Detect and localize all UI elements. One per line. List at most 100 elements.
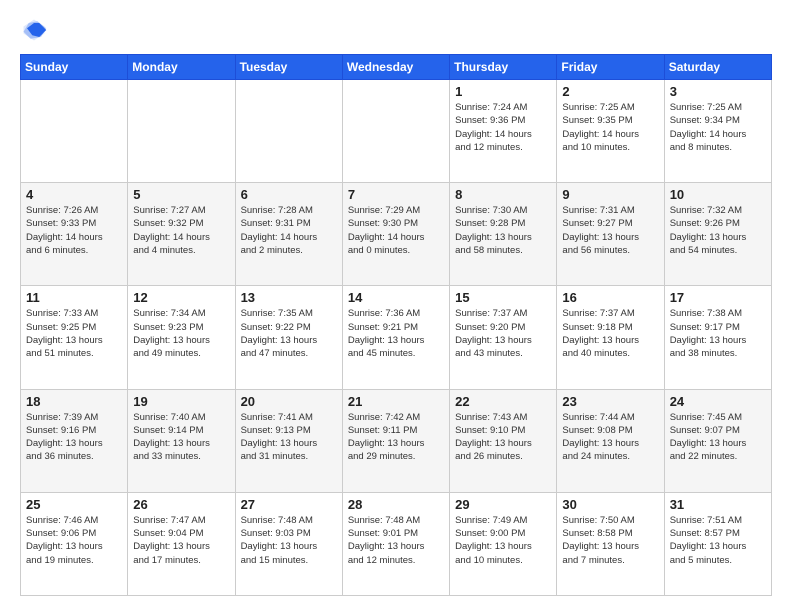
day-number: 20 bbox=[241, 394, 337, 409]
calendar-header-row: SundayMondayTuesdayWednesdayThursdayFrid… bbox=[21, 55, 772, 80]
day-number: 15 bbox=[455, 290, 551, 305]
day-info: Sunrise: 7:27 AMSunset: 9:32 PMDaylight:… bbox=[133, 204, 229, 257]
calendar-week-4: 18Sunrise: 7:39 AMSunset: 9:16 PMDayligh… bbox=[21, 389, 772, 492]
calendar-week-1: 1 Sunrise: 7:24 AMSunset: 9:36 PMDaylight… bbox=[21, 80, 772, 183]
day-number: 28 bbox=[348, 497, 444, 512]
calendar-cell: 31 Sunrise: 7:51 AMSunset: 8:57 PMDayligh… bbox=[664, 492, 771, 595]
day-info: Sunrise: 7:25 AMSunset: 9:34 PMDaylight:… bbox=[670, 101, 766, 154]
day-info: Sunrise: 7:25 AMSunset: 9:35 PMDaylight:… bbox=[562, 101, 658, 154]
day-number: 5 bbox=[133, 187, 229, 202]
calendar-cell: 12 Sunrise: 7:34 AMSunset: 9:23 PMDayligh… bbox=[128, 286, 235, 389]
day-info: Sunrise: 7:31 AMSunset: 9:27 PMDaylight:… bbox=[562, 204, 658, 257]
day-number: 30 bbox=[562, 497, 658, 512]
day-number: 1 bbox=[455, 84, 551, 99]
calendar-cell: 16Sunrise: 7:37 AMSunset: 9:18 PMDayligh… bbox=[557, 286, 664, 389]
logo bbox=[20, 16, 52, 44]
day-number: 17 bbox=[670, 290, 766, 305]
day-number: 12 bbox=[133, 290, 229, 305]
calendar-table: SundayMondayTuesdayWednesdayThursdayFrid… bbox=[20, 54, 772, 596]
header bbox=[20, 16, 772, 44]
day-info: Sunrise: 7:28 AMSunset: 9:31 PMDaylight:… bbox=[241, 204, 337, 257]
calendar-week-2: 4 Sunrise: 7:26 AMSunset: 9:33 PMDaylight… bbox=[21, 183, 772, 286]
day-number: 27 bbox=[241, 497, 337, 512]
day-number: 14 bbox=[348, 290, 444, 305]
day-number: 31 bbox=[670, 497, 766, 512]
day-number: 21 bbox=[348, 394, 444, 409]
calendar-cell: 2Sunrise: 7:25 AMSunset: 9:35 PMDaylight… bbox=[557, 80, 664, 183]
day-number: 8 bbox=[455, 187, 551, 202]
day-number: 9 bbox=[562, 187, 658, 202]
day-info: Sunrise: 7:40 AMSunset: 9:14 PMDaylight:… bbox=[133, 411, 229, 464]
calendar-cell: 28Sunrise: 7:48 AMSunset: 9:01 PMDayligh… bbox=[342, 492, 449, 595]
calendar-cell bbox=[128, 80, 235, 183]
calendar-cell bbox=[235, 80, 342, 183]
day-number: 29 bbox=[455, 497, 551, 512]
calendar-header-monday: Monday bbox=[128, 55, 235, 80]
calendar-cell: 25 Sunrise: 7:46 AMSunset: 9:06 PMDayligh… bbox=[21, 492, 128, 595]
day-info: Sunrise: 7:46 AMSunset: 9:06 PMDaylight:… bbox=[26, 514, 122, 567]
day-number: 4 bbox=[26, 187, 122, 202]
calendar-header-saturday: Saturday bbox=[664, 55, 771, 80]
calendar-week-5: 25 Sunrise: 7:46 AMSunset: 9:06 PMDayligh… bbox=[21, 492, 772, 595]
day-info: Sunrise: 7:48 AMSunset: 9:03 PMDaylight:… bbox=[241, 514, 337, 567]
calendar-cell bbox=[21, 80, 128, 183]
day-info: Sunrise: 7:50 AMSunset: 8:58 PMDaylight:… bbox=[562, 514, 658, 567]
calendar-cell: 9 Sunrise: 7:31 AMSunset: 9:27 PMDaylight… bbox=[557, 183, 664, 286]
day-info: Sunrise: 7:37 AMSunset: 9:20 PMDaylight:… bbox=[455, 307, 551, 360]
day-info: Sunrise: 7:30 AMSunset: 9:28 PMDaylight:… bbox=[455, 204, 551, 257]
day-info: Sunrise: 7:35 AMSunset: 9:22 PMDaylight:… bbox=[241, 307, 337, 360]
calendar-cell: 5 Sunrise: 7:27 AMSunset: 9:32 PMDaylight… bbox=[128, 183, 235, 286]
day-number: 6 bbox=[241, 187, 337, 202]
calendar-cell: 15 Sunrise: 7:37 AMSunset: 9:20 PMDayligh… bbox=[450, 286, 557, 389]
calendar-cell: 20 Sunrise: 7:41 AMSunset: 9:13 PMDayligh… bbox=[235, 389, 342, 492]
day-info: Sunrise: 7:37 AMSunset: 9:18 PMDaylight:… bbox=[562, 307, 658, 360]
day-info: Sunrise: 7:51 AMSunset: 8:57 PMDaylight:… bbox=[670, 514, 766, 567]
day-info: Sunrise: 7:38 AMSunset: 9:17 PMDaylight:… bbox=[670, 307, 766, 360]
calendar-cell: 10 Sunrise: 7:32 AMSunset: 9:26 PMDayligh… bbox=[664, 183, 771, 286]
day-info: Sunrise: 7:43 AMSunset: 9:10 PMDaylight:… bbox=[455, 411, 551, 464]
calendar-header-friday: Friday bbox=[557, 55, 664, 80]
calendar-cell: 8 Sunrise: 7:30 AMSunset: 9:28 PMDaylight… bbox=[450, 183, 557, 286]
calendar-cell: 7Sunrise: 7:29 AMSunset: 9:30 PMDaylight… bbox=[342, 183, 449, 286]
day-number: 24 bbox=[670, 394, 766, 409]
calendar-cell: 3Sunrise: 7:25 AMSunset: 9:34 PMDaylight… bbox=[664, 80, 771, 183]
calendar-cell bbox=[342, 80, 449, 183]
day-number: 26 bbox=[133, 497, 229, 512]
calendar-header-wednesday: Wednesday bbox=[342, 55, 449, 80]
day-number: 10 bbox=[670, 187, 766, 202]
day-info: Sunrise: 7:45 AMSunset: 9:07 PMDaylight:… bbox=[670, 411, 766, 464]
calendar-cell: 19 Sunrise: 7:40 AMSunset: 9:14 PMDayligh… bbox=[128, 389, 235, 492]
day-info: Sunrise: 7:36 AMSunset: 9:21 PMDaylight:… bbox=[348, 307, 444, 360]
calendar-header-thursday: Thursday bbox=[450, 55, 557, 80]
day-info: Sunrise: 7:32 AMSunset: 9:26 PMDaylight:… bbox=[670, 204, 766, 257]
day-number: 25 bbox=[26, 497, 122, 512]
day-info: Sunrise: 7:33 AMSunset: 9:25 PMDaylight:… bbox=[26, 307, 122, 360]
calendar-cell: 29 Sunrise: 7:49 AMSunset: 9:00 PMDayligh… bbox=[450, 492, 557, 595]
calendar-cell: 13Sunrise: 7:35 AMSunset: 9:22 PMDayligh… bbox=[235, 286, 342, 389]
logo-icon bbox=[20, 16, 48, 44]
calendar-cell: 18Sunrise: 7:39 AMSunset: 9:16 PMDayligh… bbox=[21, 389, 128, 492]
calendar-cell: 30 Sunrise: 7:50 AMSunset: 8:58 PMDayligh… bbox=[557, 492, 664, 595]
day-info: Sunrise: 7:26 AMSunset: 9:33 PMDaylight:… bbox=[26, 204, 122, 257]
day-number: 22 bbox=[455, 394, 551, 409]
calendar-cell: 27 Sunrise: 7:48 AMSunset: 9:03 PMDayligh… bbox=[235, 492, 342, 595]
day-info: Sunrise: 7:42 AMSunset: 9:11 PMDaylight:… bbox=[348, 411, 444, 464]
page: SundayMondayTuesdayWednesdayThursdayFrid… bbox=[0, 0, 792, 612]
calendar-cell: 23Sunrise: 7:44 AMSunset: 9:08 PMDayligh… bbox=[557, 389, 664, 492]
day-info: Sunrise: 7:29 AMSunset: 9:30 PMDaylight:… bbox=[348, 204, 444, 257]
calendar-cell: 26Sunrise: 7:47 AMSunset: 9:04 PMDayligh… bbox=[128, 492, 235, 595]
day-number: 23 bbox=[562, 394, 658, 409]
calendar-cell: 1 Sunrise: 7:24 AMSunset: 9:36 PMDaylight… bbox=[450, 80, 557, 183]
calendar-cell: 21 Sunrise: 7:42 AMSunset: 9:11 PMDayligh… bbox=[342, 389, 449, 492]
calendar-header-sunday: Sunday bbox=[21, 55, 128, 80]
calendar-week-3: 11 Sunrise: 7:33 AMSunset: 9:25 PMDayligh… bbox=[21, 286, 772, 389]
calendar-cell: 6 Sunrise: 7:28 AMSunset: 9:31 PMDaylight… bbox=[235, 183, 342, 286]
calendar-cell: 4 Sunrise: 7:26 AMSunset: 9:33 PMDaylight… bbox=[21, 183, 128, 286]
day-number: 11 bbox=[26, 290, 122, 305]
calendar-cell: 11 Sunrise: 7:33 AMSunset: 9:25 PMDayligh… bbox=[21, 286, 128, 389]
day-info: Sunrise: 7:41 AMSunset: 9:13 PMDaylight:… bbox=[241, 411, 337, 464]
day-number: 19 bbox=[133, 394, 229, 409]
day-info: Sunrise: 7:24 AMSunset: 9:36 PMDaylight:… bbox=[455, 101, 551, 154]
day-info: Sunrise: 7:34 AMSunset: 9:23 PMDaylight:… bbox=[133, 307, 229, 360]
day-info: Sunrise: 7:49 AMSunset: 9:00 PMDaylight:… bbox=[455, 514, 551, 567]
